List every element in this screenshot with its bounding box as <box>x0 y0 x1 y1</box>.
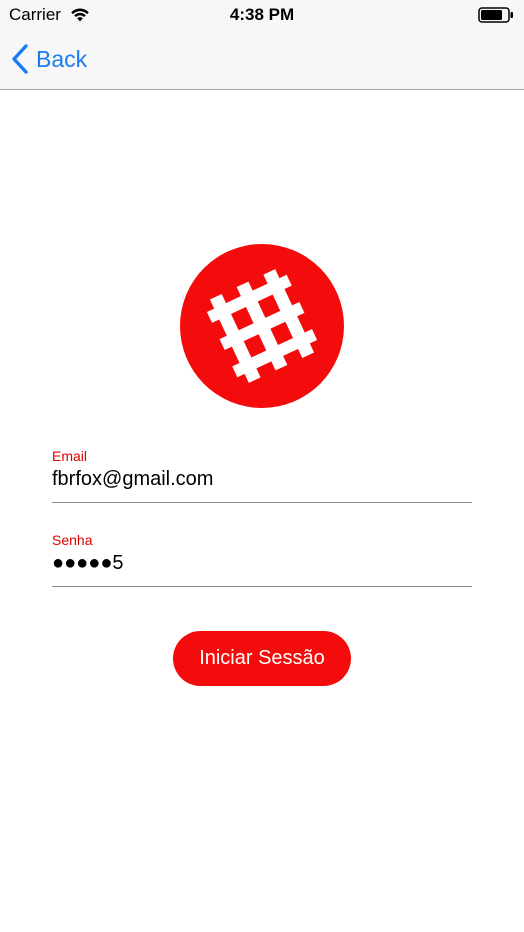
email-label: Email <box>52 448 88 464</box>
chevron-left-icon <box>12 44 28 74</box>
email-input[interactable] <box>52 466 472 492</box>
status-bar: Carrier 4:38 PM <box>0 0 524 30</box>
back-button[interactable]: Back <box>10 42 87 76</box>
back-label: Back <box>36 45 88 72</box>
password-input[interactable] <box>52 550 472 576</box>
battery-icon <box>478 7 513 23</box>
ladder-icon <box>180 244 344 408</box>
password-label: Senha <box>52 532 93 548</box>
email-field: Email <box>52 447 472 503</box>
password-field: Senha <box>52 531 472 587</box>
login-button[interactable]: Iniciar Sessão <box>173 631 351 686</box>
navigation-bar: Back <box>0 30 524 90</box>
clock: 4:38 PM <box>229 5 295 24</box>
